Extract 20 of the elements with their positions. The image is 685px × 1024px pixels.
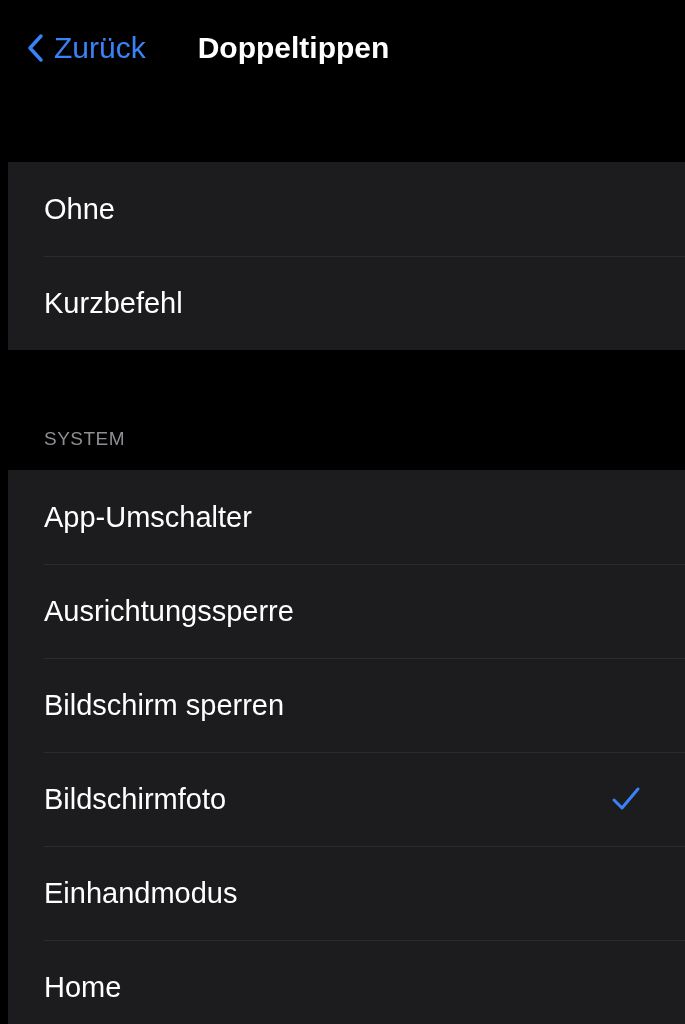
option-label: Bildschirm sperren: [44, 688, 285, 722]
option-label: App-Umschalter: [44, 500, 252, 534]
page-title: Doppeltippen: [197, 30, 390, 65]
chevron-icon: [26, 32, 44, 63]
option-row[interactable]: Bildschirmfoto: [8, 752, 685, 846]
option-row[interactable]: Bildschirm sperren: [8, 658, 685, 752]
option-label: Ausrichtungssperre: [44, 594, 294, 628]
option-label: Einhandmodus: [44, 876, 238, 910]
option-label: Home: [44, 970, 122, 1004]
section-header: SYSTEM: [44, 428, 126, 450]
option-label: Ohne: [44, 192, 115, 226]
option-row[interactable]: Ausrichtungssperre: [8, 564, 685, 658]
option-label: Kurzbefehl: [44, 286, 183, 320]
back-button[interactable]: Zurück: [26, 30, 146, 65]
option-row[interactable]: Einhandmodus: [8, 846, 685, 940]
option-row[interactable]: App-Umschalter: [8, 470, 685, 564]
option-row[interactable]: Home: [8, 940, 685, 1024]
option-label: Bildschirmfoto: [44, 782, 227, 816]
option-row[interactable]: Kurzbefehl: [8, 256, 685, 350]
option-row[interactable]: Ohne: [8, 162, 685, 256]
